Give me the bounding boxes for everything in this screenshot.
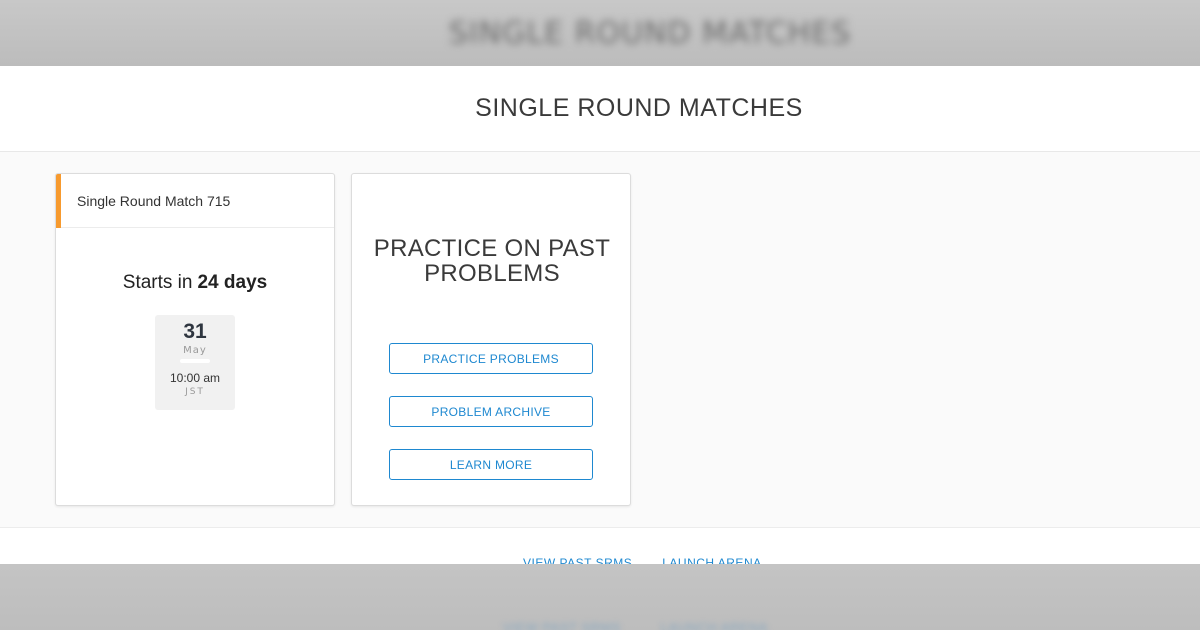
problem-archive-button[interactable]: PROBLEM ARCHIVE <box>389 396 593 427</box>
view-past-srms-link[interactable]: VIEW PAST SRMS <box>523 556 632 564</box>
blurred-background-footer: VIEW PAST SRMS LAUNCH ARENA <box>0 564 1200 630</box>
match-time: 10:00 am <box>169 371 221 385</box>
starts-in-prefix: Starts in <box>122 272 193 293</box>
practice-card-title: PRACTICE ON PAST PROBLEMS <box>373 235 611 287</box>
starts-in-text: Starts in 24 days <box>56 272 334 294</box>
srm-card-header: Single Round Match 715 <box>56 174 334 228</box>
launch-arena-link[interactable]: LAUNCH ARENA <box>662 556 761 564</box>
match-timezone: JST <box>185 387 205 397</box>
srm-panel: SINGLE ROUND MATCHES Single Round Match … <box>0 66 1200 564</box>
blurred-link-launch-arena: LAUNCH ARENA <box>660 620 768 630</box>
srm-card-title: Single Round Match 715 <box>77 192 231 209</box>
footer-links: VIEW PAST SRMS LAUNCH ARENA <box>523 556 762 564</box>
match-date-box: 31 May 10:00 am JST <box>155 315 235 410</box>
srm-card[interactable]: Single Round Match 715 Starts in 24 days … <box>55 173 335 506</box>
blurred-background-header: SINGLE ROUND MATCHES <box>0 0 1200 66</box>
srm-card-accent <box>56 174 61 228</box>
match-day: 31 <box>183 320 207 343</box>
practice-card: PRACTICE ON PAST PROBLEMS PRACTICE PROBL… <box>351 173 631 506</box>
practice-problems-button[interactable]: PRACTICE PROBLEMS <box>389 343 593 374</box>
blurred-links: VIEW PAST SRMS LAUNCH ARENA <box>503 620 768 630</box>
blurred-link-past-srms: VIEW PAST SRMS <box>503 620 621 630</box>
date-divider <box>180 359 210 363</box>
page-title: SINGLE ROUND MATCHES <box>475 94 803 122</box>
page-header: SINGLE ROUND MATCHES <box>0 66 1200 152</box>
footer-bar: VIEW PAST SRMS LAUNCH ARENA <box>0 527 1200 564</box>
starts-in-value: 24 days <box>197 272 268 293</box>
blurred-title: SINGLE ROUND MATCHES <box>448 15 852 51</box>
cards-row: Single Round Match 715 Starts in 24 days … <box>55 173 631 506</box>
learn-more-button[interactable]: LEARN MORE <box>389 449 593 480</box>
match-month: May <box>183 345 207 356</box>
